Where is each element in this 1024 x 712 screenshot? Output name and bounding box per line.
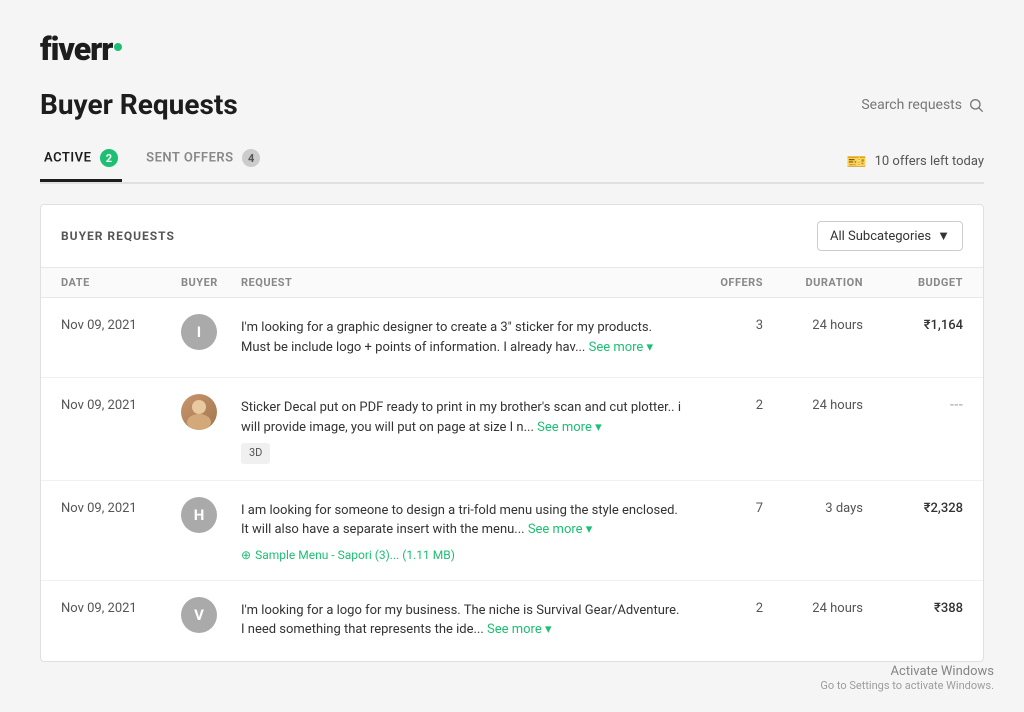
- row4-budget: ₹388: [863, 597, 963, 616]
- row3-duration: 3 days: [763, 497, 863, 516]
- row4-request: I'm looking for a logo for my business. …: [241, 597, 683, 640]
- row1-see-more[interactable]: See more ▾: [589, 340, 653, 355]
- row1-duration: 24 hours: [763, 314, 863, 333]
- row1-request: I'm looking for a graphic designer to cr…: [241, 314, 683, 357]
- card-header: BUYER REQUESTS All Subcategories ▼: [41, 205, 983, 268]
- row2-budget: ---: [863, 394, 963, 413]
- subcategory-dropdown[interactable]: All Subcategories ▼: [817, 221, 963, 251]
- row2-date: Nov 09, 2021: [61, 394, 181, 413]
- tab-sent-offers-badge: 4: [242, 149, 260, 167]
- page-title: Buyer Requests: [40, 88, 238, 121]
- row4-see-more[interactable]: See more ▾: [487, 622, 551, 637]
- tabs-row: ACTIVE 2 SENT OFFERS 4 🎫 10 offers left …: [40, 141, 984, 184]
- tab-active-label: ACTIVE: [44, 151, 91, 166]
- table-row: Nov 09, 2021 V I'm looking for a logo fo…: [41, 581, 983, 661]
- row3-request: I am looking for someone to design a tri…: [241, 497, 683, 564]
- table-row: Nov 09, 2021 H I am looking for someone …: [41, 481, 983, 581]
- search-label: Search requests: [861, 97, 962, 113]
- col-budget: BUDGET: [863, 276, 963, 289]
- search-box[interactable]: Search requests: [861, 97, 984, 113]
- row1-avatar: I: [181, 314, 241, 350]
- row4-date: Nov 09, 2021: [61, 597, 181, 616]
- buyer-requests-title: BUYER REQUESTS: [61, 229, 175, 243]
- row1-date: Nov 09, 2021: [61, 314, 181, 333]
- logo-dot: [114, 43, 122, 51]
- row2-avatar: [181, 394, 241, 430]
- subcategory-label: All Subcategories: [830, 229, 931, 244]
- activation-title: Activate Windows: [820, 664, 994, 679]
- offers-left: 🎫 10 offers left today: [847, 152, 984, 171]
- chevron-down-icon: ▼: [937, 228, 950, 244]
- col-date: DATE: [61, 276, 181, 289]
- row4-avatar: V: [181, 597, 241, 633]
- tabs-container: ACTIVE 2 SENT OFFERS 4: [40, 141, 284, 182]
- col-buyer: BUYER: [181, 276, 241, 289]
- col-offers: OFFERS: [683, 276, 763, 289]
- avatar-image-icon: [181, 394, 217, 430]
- row1-budget: ₹1,164: [863, 314, 963, 333]
- row2-tag: 3D: [241, 443, 270, 464]
- activation-sub: Go to Settings to activate Windows.: [820, 679, 994, 692]
- activation-watermark: Activate Windows Go to Settings to activ…: [820, 664, 994, 692]
- attachment-icon: ⊕: [241, 546, 251, 564]
- row3-attachment[interactable]: ⊕ Sample Menu - Sapori (3)... (1.11 MB): [241, 546, 683, 564]
- avatar: H: [181, 497, 217, 533]
- tab-sent-offers-label: SENT OFFERS: [146, 151, 233, 166]
- row3-see-more[interactable]: See more ▾: [528, 522, 592, 537]
- search-icon: [968, 97, 984, 113]
- table-row: Nov 09, 2021 Sticker Decal put on PDF re…: [41, 378, 983, 481]
- row3-date: Nov 09, 2021: [61, 497, 181, 516]
- offers-left-text: 10 offers left today: [875, 154, 984, 169]
- content-card: BUYER REQUESTS All Subcategories ▼ DATE …: [40, 204, 984, 662]
- row4-duration: 24 hours: [763, 597, 863, 616]
- row2-duration: 24 hours: [763, 394, 863, 413]
- row3-avatar: H: [181, 497, 241, 533]
- logo-text: fiverr: [40, 30, 112, 68]
- tab-active[interactable]: ACTIVE 2: [40, 141, 122, 182]
- row1-offers: 3: [683, 314, 763, 333]
- offers-icon: 🎫: [847, 152, 867, 171]
- tab-active-badge: 2: [100, 149, 118, 167]
- row4-offers: 2: [683, 597, 763, 616]
- col-duration: DURATION: [763, 276, 863, 289]
- fiverr-logo: fiverr: [40, 30, 984, 68]
- row2-see-more[interactable]: See more ▾: [537, 420, 601, 435]
- col-request: REQUEST: [241, 276, 683, 289]
- tab-sent-offers[interactable]: SENT OFFERS 4: [142, 141, 264, 182]
- table-header: DATE BUYER REQUEST OFFERS DURATION BUDGE…: [41, 268, 983, 298]
- avatar: I: [181, 314, 217, 350]
- row3-budget: ₹2,328: [863, 497, 963, 516]
- avatar: [181, 394, 217, 430]
- avatar: V: [181, 597, 217, 633]
- row2-offers: 2: [683, 394, 763, 413]
- row2-request: Sticker Decal put on PDF ready to print …: [241, 394, 683, 464]
- row3-offers: 7: [683, 497, 763, 516]
- table-row: Nov 09, 2021 I I'm looking for a graphic…: [41, 298, 983, 378]
